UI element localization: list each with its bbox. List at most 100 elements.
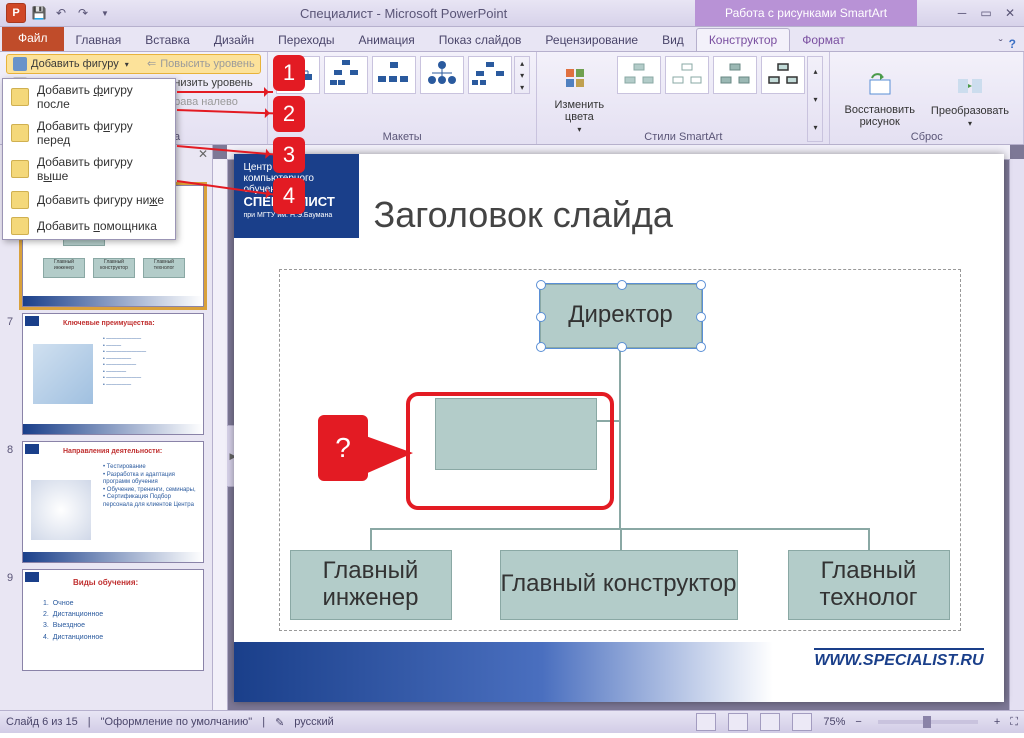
undo-icon[interactable]: ↶	[52, 4, 70, 22]
menu-label: Добавить фигуру ниже	[37, 193, 164, 207]
status-language[interactable]: русский	[294, 716, 333, 728]
minimize-icon[interactable]: ─	[952, 4, 972, 22]
tab-slideshow[interactable]: Показ слайдов	[427, 29, 534, 51]
promote-button[interactable]: ⇐Повысить уровень	[140, 54, 262, 73]
change-colors-icon	[563, 65, 595, 97]
tab-design[interactable]: Дизайн	[202, 29, 266, 51]
thumb-number: 8	[7, 444, 13, 456]
gallery-down-icon[interactable]: ▾	[808, 95, 822, 104]
tab-smartart-design[interactable]: Конструктор	[696, 28, 790, 51]
slide-thumbnail-8[interactable]: 8 Направления деятельности: • Тестирован…	[22, 441, 204, 563]
menu-label: Добавить фигуру перед	[37, 119, 167, 147]
thumb-item: Разработка и адаптация программ обучения	[103, 472, 175, 486]
slide-thumbnail-9[interactable]: 9 Виды обучения: 1. Очное 2. Дистанционн…	[22, 569, 204, 671]
style-thumb[interactable]	[617, 56, 661, 94]
minimize-ribbon-icon[interactable]: ˇ	[999, 37, 1003, 51]
tab-animation[interactable]: Анимация	[346, 29, 426, 51]
tab-transitions[interactable]: Переходы	[266, 29, 346, 51]
gallery-down-icon[interactable]: ▾	[515, 71, 529, 80]
layout-thumb[interactable]	[324, 56, 368, 94]
slide-thumbnail-7[interactable]: 7 Ключевые преимущества: • ———————• ———•…	[22, 313, 204, 435]
menu-add-below[interactable]: Добавить фигуру ниже	[3, 187, 175, 213]
group-styles-label: Стили SmartArt	[537, 131, 829, 143]
tab-review[interactable]: Рецензирование	[533, 29, 650, 51]
redo-icon[interactable]: ↷	[74, 4, 92, 22]
app-icon[interactable]: P	[6, 3, 26, 23]
thumb-item: Обучение, тренинги, семинары,	[107, 487, 196, 493]
view-slideshow-button[interactable]	[792, 713, 812, 731]
status-bar: Слайд 6 из 15 | "Оформление по умолчанию…	[0, 710, 1024, 733]
spellcheck-icon[interactable]: ✎	[275, 716, 284, 729]
smartart-node-director[interactable]: Директор	[540, 284, 702, 348]
menu-add-after[interactable]: Добавить фигуру после	[3, 79, 175, 115]
gallery-up-icon[interactable]: ▴	[515, 59, 529, 68]
add-shape-icon	[13, 57, 27, 71]
layout-thumb[interactable]	[468, 56, 512, 94]
gallery-up-icon[interactable]: ▴	[808, 67, 822, 76]
slide-editor[interactable]: ▶ ЦентркомпьютерногообученияСПЕЦИАЛИСТпр…	[213, 145, 1024, 710]
close-icon[interactable]: ✕	[1000, 4, 1020, 22]
tab-insert[interactable]: Вставка	[133, 29, 202, 51]
reset-label: Восстановить рисунок	[844, 104, 914, 128]
zoom-slider[interactable]	[878, 720, 978, 724]
node-label: Директор	[568, 302, 673, 328]
menu-add-assistant[interactable]: Добавить помощника	[3, 213, 175, 239]
group-reset-label: Сброс	[830, 131, 1023, 143]
menu-add-above[interactable]: Добавить фигуру выше	[3, 151, 175, 187]
add-shape-label: Добавить фигуру	[31, 58, 119, 70]
thumb-title: Ключевые преимущества:	[63, 320, 155, 327]
window-title: Специалист - Microsoft PowerPoint	[300, 6, 507, 21]
fit-to-window-icon[interactable]: ⛶	[1010, 716, 1018, 729]
zoom-out-icon[interactable]: −	[855, 716, 861, 728]
answer-highlight	[406, 392, 614, 510]
gallery-more-icon[interactable]: ▾	[515, 83, 529, 92]
convert-icon	[954, 71, 986, 103]
thumb-item: Тестирование	[107, 464, 146, 470]
style-thumb[interactable]	[713, 56, 757, 94]
zoom-level[interactable]: 75%	[823, 716, 845, 728]
quick-access-toolbar: P 💾 ↶ ↷ ▼	[0, 3, 114, 23]
contextual-tab-title: Работа с рисунками SmartArt	[695, 0, 917, 26]
status-theme: "Оформление по умолчанию"	[101, 716, 253, 728]
style-thumb[interactable]	[761, 56, 805, 94]
add-after-icon	[11, 88, 29, 106]
tab-home[interactable]: Главная	[64, 29, 134, 51]
view-normal-button[interactable]	[696, 713, 716, 731]
thumb-item: Дистанционное	[53, 634, 103, 641]
smartart-node-engineer[interactable]: Главный инженер	[290, 550, 452, 620]
slide-title[interactable]: Заголовок слайда	[374, 194, 673, 236]
zoom-in-icon[interactable]: +	[994, 716, 1000, 728]
thumb-box: Главный инженер	[43, 258, 85, 278]
layout-thumb[interactable]	[372, 56, 416, 94]
style-thumb[interactable]	[665, 56, 709, 94]
menu-label: Добавить фигуру выше	[37, 155, 167, 183]
callout-question: ?	[318, 415, 368, 481]
thumb-item: Очное	[53, 600, 74, 607]
thumb-number: 9	[7, 572, 13, 584]
help-icon[interactable]: ?	[1009, 37, 1016, 51]
add-above-icon	[11, 160, 29, 178]
smartart-node-constructor[interactable]: Главный конструктор	[500, 550, 738, 620]
node-label: Главный конструктор	[501, 571, 737, 597]
node-label: Главный технолог	[789, 558, 949, 611]
smartart-node-technologist[interactable]: Главный технолог	[788, 550, 950, 620]
callout-line	[177, 91, 273, 93]
view-sorter-button[interactable]	[728, 713, 748, 731]
ribbon-tabs: Файл Главная Вставка Дизайн Переходы Ани…	[0, 27, 1024, 52]
menu-label: Добавить фигуру после	[37, 83, 167, 111]
thumb-box: Главный технолог	[143, 258, 185, 278]
tab-smartart-format[interactable]: Формат	[790, 29, 857, 51]
add-below-icon	[11, 191, 29, 209]
file-tab[interactable]: Файл	[2, 27, 64, 51]
callout-2: 2	[273, 96, 305, 132]
tab-view[interactable]: Вид	[650, 29, 696, 51]
thumb-item: Сертификация Подбор персонала для клиент…	[103, 494, 194, 508]
menu-add-before[interactable]: Добавить фигуру перед	[3, 115, 175, 151]
qat-dropdown-icon[interactable]: ▼	[96, 4, 114, 22]
layout-thumb[interactable]	[420, 56, 464, 94]
callout-4: 4	[273, 178, 305, 214]
save-icon[interactable]: 💾	[30, 4, 48, 22]
restore-icon[interactable]: ▭	[976, 4, 996, 22]
view-reading-button[interactable]	[760, 713, 780, 731]
scrollbar-vertical[interactable]	[1009, 159, 1024, 710]
